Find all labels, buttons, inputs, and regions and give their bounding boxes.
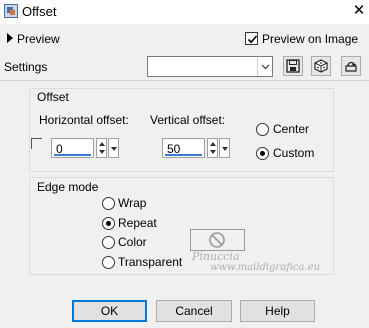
horizontal-offset-dropdown[interactable]	[108, 138, 119, 158]
wrap-radio[interactable]	[102, 197, 115, 210]
input-underline	[54, 154, 91, 156]
save-preset-icon	[286, 59, 300, 73]
expand-arrow-icon[interactable]	[7, 33, 13, 43]
ok-button[interactable]: OK	[72, 300, 147, 322]
wrap-radio-label[interactable]: Wrap	[118, 196, 146, 210]
spin-down-icon[interactable]	[99, 150, 105, 154]
custom-radio-label[interactable]: Custom	[273, 146, 314, 160]
preview-on-image-label[interactable]: Preview on Image	[262, 32, 358, 46]
title-bar: Offset ✕	[0, 0, 369, 24]
spin-up-icon[interactable]	[210, 142, 216, 146]
reset-icon	[345, 61, 357, 72]
input-underline	[165, 154, 202, 156]
reset-button[interactable]	[341, 56, 361, 76]
vertical-offset-label: Vertical offset:	[150, 113, 226, 127]
horizontal-offset-input[interactable]: 0	[51, 138, 94, 158]
offset-group-title: Offset	[37, 90, 69, 104]
repeat-radio-label[interactable]: Repeat	[118, 216, 157, 230]
checkmark-icon	[247, 35, 258, 44]
randomize-button[interactable]	[311, 56, 331, 76]
transparent-radio[interactable]	[102, 256, 115, 269]
close-icon[interactable]: ✕	[351, 2, 367, 20]
edge-mode-group-title: Edge mode	[37, 180, 99, 194]
preset-dropdown[interactable]	[147, 56, 273, 77]
horizontal-offset-label: Horizontal offset:	[39, 113, 129, 127]
repeat-radio[interactable]	[102, 217, 115, 230]
center-radio[interactable]	[256, 123, 269, 136]
randomize-dice-icon	[314, 59, 328, 73]
no-color-icon	[209, 232, 225, 248]
cancel-button[interactable]: Cancel	[156, 300, 232, 322]
vertical-offset-dropdown[interactable]	[219, 138, 230, 158]
settings-label: Settings	[4, 60, 48, 74]
spin-up-icon[interactable]	[99, 142, 105, 146]
separator	[0, 80, 369, 81]
watermark-site: www.maildigrafica.eu	[210, 262, 321, 273]
custom-radio[interactable]	[256, 147, 269, 160]
color-radio-label[interactable]: Color	[118, 235, 147, 249]
preview-toggle[interactable]: Preview	[17, 32, 60, 46]
link-offsets-checkbox[interactable]	[31, 138, 42, 149]
window-title: Offset	[22, 4, 57, 19]
chevron-down-icon[interactable]	[257, 57, 272, 76]
spin-down-icon[interactable]	[210, 150, 216, 154]
transparent-radio-label[interactable]: Transparent	[118, 255, 182, 269]
center-radio-label[interactable]: Center	[273, 122, 309, 136]
offset-app-icon	[4, 4, 18, 18]
edge-color-swatch[interactable]	[190, 229, 245, 251]
preview-on-image-checkbox[interactable]	[245, 32, 258, 45]
save-preset-button[interactable]	[283, 56, 303, 76]
chevron-down-icon	[222, 147, 228, 151]
horizontal-offset-spinner[interactable]	[96, 138, 107, 158]
vertical-offset-input[interactable]: 50	[162, 138, 205, 158]
help-button[interactable]: Help	[240, 300, 315, 322]
chevron-down-icon	[111, 147, 117, 151]
vertical-offset-spinner[interactable]	[207, 138, 218, 158]
color-radio[interactable]	[102, 236, 115, 249]
